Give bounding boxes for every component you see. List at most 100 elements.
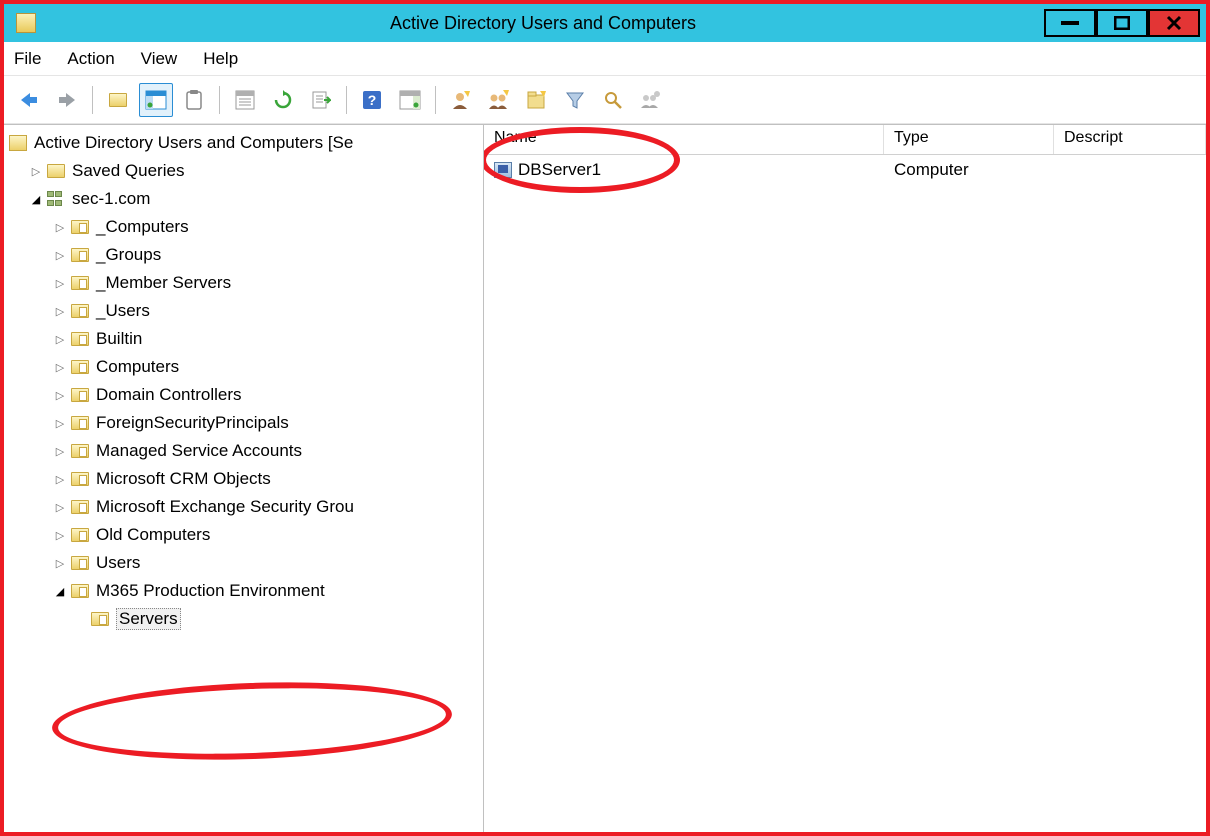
filter-button[interactable] [558, 83, 592, 117]
expander-icon[interactable]: ▷ [52, 415, 68, 431]
ou-icon [70, 470, 90, 488]
new-user-button[interactable] [444, 83, 478, 117]
column-type[interactable]: Type [884, 125, 1054, 154]
tree-ou-label: _Users [96, 301, 150, 321]
tree-ou-label: Domain Controllers [96, 385, 242, 405]
tree-ou-label: Builtin [96, 329, 142, 349]
back-button[interactable] [12, 83, 46, 117]
tree-ou-label: ForeignSecurityPrincipals [96, 413, 289, 433]
forward-button[interactable] [50, 83, 84, 117]
tree-saved-queries-label: Saved Queries [72, 161, 184, 181]
show-hide-tree-button[interactable] [139, 83, 173, 117]
expander-icon[interactable]: ▷ [52, 387, 68, 403]
expander-icon[interactable]: ◢ [28, 191, 44, 207]
ou-icon [70, 442, 90, 460]
minimize-button[interactable] [1044, 9, 1096, 37]
cut-copy-button[interactable] [177, 83, 211, 117]
ou-icon [70, 358, 90, 376]
expander-icon[interactable]: ▷ [52, 219, 68, 235]
titlebar[interactable]: Active Directory Users and Computers [4, 4, 1206, 42]
toolbar: ? [4, 76, 1206, 124]
menu-action[interactable]: Action [67, 49, 114, 69]
tree-ou-item[interactable]: ▷ ForeignSecurityPrincipals [4, 409, 483, 437]
tree-ou-label: Computers [96, 357, 179, 377]
expander-icon[interactable]: ▷ [52, 499, 68, 515]
maximize-button[interactable] [1096, 9, 1148, 37]
expander-icon[interactable]: ▷ [52, 443, 68, 459]
new-group-button[interactable] [482, 83, 516, 117]
expander-icon[interactable]: ▷ [52, 359, 68, 375]
menu-help[interactable]: Help [203, 49, 238, 69]
column-description[interactable]: Descript [1054, 125, 1206, 154]
tree-sub-ou-label: Servers [116, 608, 181, 630]
tree-ou-label: _Groups [96, 245, 161, 265]
properties-button[interactable] [228, 83, 262, 117]
tree-ou-item[interactable]: ▷ _Member Servers [4, 269, 483, 297]
domain-icon [46, 190, 66, 208]
window-controls [1044, 9, 1200, 37]
tree-ou-item[interactable]: ▷ Builtin [4, 325, 483, 353]
window-title: Active Directory Users and Computers [42, 13, 1044, 34]
expander-icon[interactable]: ▷ [52, 555, 68, 571]
ou-icon [70, 218, 90, 236]
tree-ou-item[interactable]: ▷ Domain Controllers [4, 381, 483, 409]
tree-ou-item[interactable]: ▷ _Computers [4, 213, 483, 241]
body: Active Directory Users and Computers [Se… [4, 124, 1206, 832]
expander-icon[interactable]: ▷ [28, 163, 44, 179]
expander-icon[interactable]: ▷ [52, 331, 68, 347]
expander-icon[interactable]: ▷ [52, 275, 68, 291]
menubar: File Action View Help [4, 42, 1206, 76]
expander-icon[interactable]: ▷ [52, 303, 68, 319]
ou-icon [70, 246, 90, 264]
tree-domain[interactable]: ◢ sec-1.com [4, 185, 483, 213]
menu-file[interactable]: File [14, 49, 41, 69]
toolbar-separator [346, 86, 347, 114]
expander-icon[interactable]: ▷ [52, 527, 68, 543]
list-cell-desc [1054, 166, 1206, 174]
ou-icon [70, 582, 90, 600]
aduc-window: Active Directory Users and Computers Fil… [4, 4, 1206, 832]
tree-root-label: Active Directory Users and Computers [Se [34, 133, 353, 153]
help-button[interactable]: ? [355, 83, 389, 117]
ou-icon [70, 526, 90, 544]
list-row[interactable]: DBServer1 Computer [484, 155, 1206, 185]
tree-root[interactable]: Active Directory Users and Computers [Se [4, 129, 483, 157]
up-button[interactable] [101, 83, 135, 117]
list-cell-name: DBServer1 [484, 156, 884, 184]
new-ou-button[interactable] [520, 83, 554, 117]
export-list-button[interactable] [304, 83, 338, 117]
find-button[interactable] [596, 83, 630, 117]
tree-ou-label: Users [96, 553, 140, 573]
tree-ou-item[interactable]: ◢M365 Production Environment [4, 577, 483, 605]
expander-icon[interactable]: ▷ [52, 247, 68, 263]
add-to-group-button[interactable] [634, 83, 668, 117]
menu-view[interactable]: View [141, 49, 178, 69]
tree-pane[interactable]: Active Directory Users and Computers [Se… [4, 125, 484, 832]
ou-icon [70, 274, 90, 292]
list-pane[interactable]: Name Type Descript DBServer1 Computer [484, 125, 1206, 832]
tree-ou-label: _Computers [96, 217, 189, 237]
computer-icon [494, 162, 512, 178]
column-name[interactable]: Name [484, 125, 884, 154]
refresh-button[interactable] [266, 83, 300, 117]
tree-ou-item[interactable]: ▷ _Users [4, 297, 483, 325]
tree-ou-item[interactable]: ▷ Users [4, 549, 483, 577]
ou-icon [70, 330, 90, 348]
tree-ou-label: _Member Servers [96, 273, 231, 293]
tree-ou-item[interactable]: ▷ _Groups [4, 241, 483, 269]
tree-ou-item[interactable]: ▷ Computers [4, 353, 483, 381]
expander-icon[interactable]: ◢ [52, 583, 68, 599]
tree-domain-label: sec-1.com [72, 189, 150, 209]
svg-text:?: ? [368, 92, 377, 108]
tree-ou-item[interactable]: ▷Microsoft CRM Objects [4, 465, 483, 493]
tree-sub-ou-servers[interactable]: Servers [4, 605, 483, 633]
tree-saved-queries[interactable]: ▷ Saved Queries [4, 157, 483, 185]
tree-ou-item[interactable]: ▷ Old Computers [4, 521, 483, 549]
expander-icon[interactable]: ▷ [52, 471, 68, 487]
close-button[interactable] [1148, 9, 1200, 37]
tree-ou-item[interactable]: ▷Managed Service Accounts [4, 437, 483, 465]
tree-ou-label: Old Computers [96, 525, 210, 545]
tree-ou-item[interactable]: ▷Microsoft Exchange Security Grou [4, 493, 483, 521]
action-pane-button[interactable] [393, 83, 427, 117]
aduc-icon [8, 134, 28, 152]
